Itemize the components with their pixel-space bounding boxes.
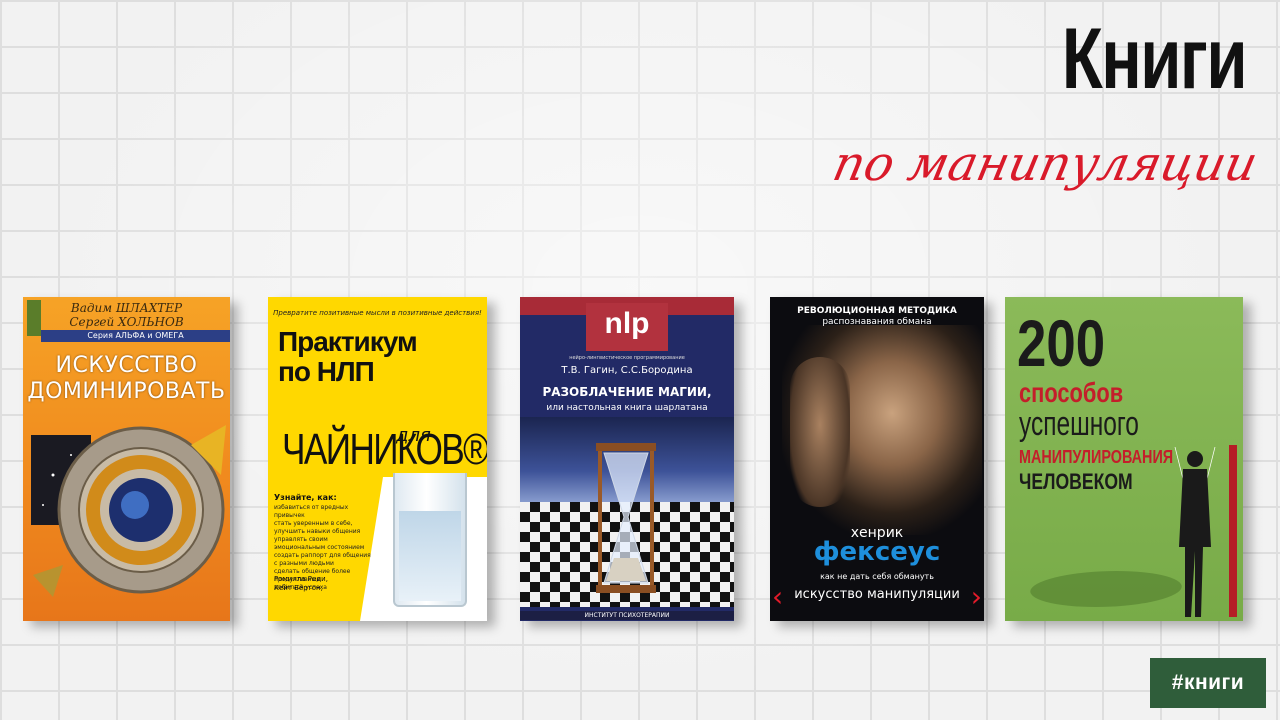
right-angle-icon: › [970,580,982,613]
book-title-line: успешного [1019,405,1139,443]
book-tagline: Превратите позитивные мысли в позитивные… [273,309,482,317]
nlp-logo-subtitle: нейро-лингвистическое программирование [569,355,685,361]
page-title: Книги [1061,11,1248,107]
book-title-chainikov: ЧАЙНИКОВ® [282,425,487,474]
author-name: Ромилла Реди, [274,575,328,583]
kicker-line: распознавания обмана [822,317,932,327]
title-line: ДОМИНИРОВАТЬ [27,379,226,404]
title-line: Практикум [278,326,418,357]
list-item: создать раппорт для общения с разными лю… [274,552,371,567]
list-item: управлять своим эмоциональным состоянием [274,536,365,551]
puppet-man-illustration [1174,447,1216,617]
title-line: по НЛП [278,356,375,387]
book-title: Практикум по НЛП [278,326,418,387]
list-item: избавиться от вредных привычек [274,504,349,519]
book-cover-200-sposobov[interactable]: 200 способов успешного МАНИПУЛИРОВАНИЯ Ч… [1005,297,1243,621]
cover-red-bar [1229,445,1237,617]
kicker-line: РЕВОЛЮЦИОННАЯ МЕТОДИКА [797,306,957,316]
book-cover-iskusstvo-manipulyatsii[interactable]: РЕВОЛЮЦИОННАЯ МЕТОДИКА распознавания обм… [770,297,984,621]
book-kicker: РЕВОЛЮЦИОННАЯ МЕТОДИКА распознавания обм… [770,306,984,328]
page-subtitle: по манипуляции [827,136,1262,192]
author-name: Кейт Бёртон, [274,584,323,592]
book-title-line: МАНИПУЛИРОВАНИЯ [1019,447,1174,467]
book-title: ИСКУССТВО ДОМИНИРОВАТЬ [23,353,230,405]
book-cover-iskusstvo-dominirovat[interactable]: Вадим ШЛАХТЕР Сергей ХОЛЬНОВ Серия АЛЬФА… [23,297,230,621]
zodiac-ouroboros-illustration [31,425,226,597]
book-title-line: ЧЕЛОВЕКОМ [1019,469,1133,494]
page: Книги по манипуляции Вадим ШЛАХТЕР Серге… [0,0,1280,720]
water-glass-illustration [393,473,467,607]
list-item: стать уверенным в себе, улучшить навыки … [274,520,361,535]
book-authors: Т.В. Гагин, С.С.Бородина [561,365,693,376]
nlp-logo: nlp [604,307,650,340]
author-last-name: фексеус [813,537,941,567]
hand-illustration [790,357,850,507]
hourglass-illustration [596,443,656,593]
book-cover-praktikum-po-nlp[interactable]: Превратите позитивные мысли в позитивные… [268,297,487,621]
book-tagline: как не дать себя обмануть [820,572,934,581]
author-name: Сергей ХОЛЬНОВ [69,315,184,329]
book-title: РАЗОБЛАЧЕНИЕ МАГИИ, [542,385,712,399]
book-title: искусство манипуляции [794,587,960,602]
title-line: ИСКУССТВО [55,353,198,378]
book-series: Серия АЛЬФА и ОМЕГА [41,330,230,342]
book-subtitle: или настольная книга шарлатана [546,403,708,413]
book-authors: Вадим ШЛАХТЕР Сергей ХОЛЬНОВ [23,301,230,329]
book-cover-razoblachenie-magii[interactable]: nlp нейро-лингвистическое программирован… [520,297,734,621]
learn-heading: Узнайте, как: [274,493,337,502]
hashtag-badge: #книги [1150,658,1266,708]
book-title-number: 200 [1017,306,1106,380]
book-authors: Ромилла Реди, Кейт Бёртон, [274,575,384,593]
book-publisher: ИНСТИТУТ ПСИХОТЕРАПИИ [520,611,734,620]
author-name: Вадим ШЛАХТЕР [70,301,183,315]
